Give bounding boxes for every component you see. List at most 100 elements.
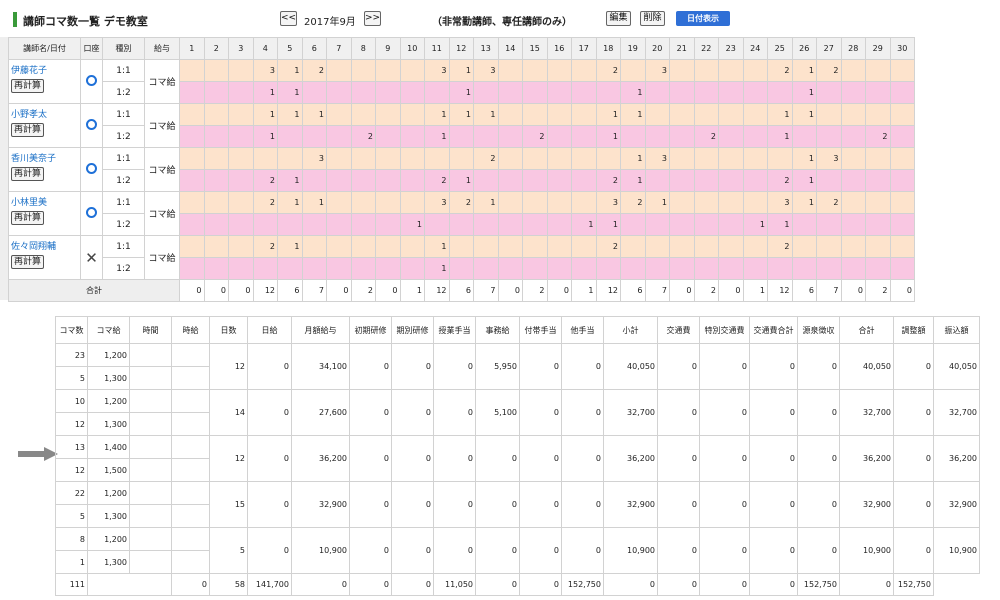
day-cell[interactable] bbox=[718, 59, 744, 82]
day-cell[interactable]: 1 bbox=[767, 103, 793, 126]
day-cell[interactable] bbox=[571, 125, 597, 148]
day-cell[interactable] bbox=[816, 213, 842, 236]
day-cell[interactable] bbox=[865, 169, 891, 192]
day-cell[interactable] bbox=[228, 81, 254, 104]
day-cell[interactable]: 3 bbox=[644, 147, 670, 170]
day-cell[interactable] bbox=[693, 235, 719, 258]
day-cell[interactable] bbox=[865, 257, 891, 280]
day-cell[interactable] bbox=[326, 81, 352, 104]
day-cell[interactable] bbox=[522, 81, 548, 104]
day-cell[interactable] bbox=[840, 257, 866, 280]
day-cell[interactable] bbox=[644, 81, 670, 104]
day-cell[interactable] bbox=[742, 257, 768, 280]
day-cell[interactable] bbox=[546, 169, 572, 192]
day-cell[interactable] bbox=[228, 147, 254, 170]
day-cell[interactable] bbox=[889, 169, 915, 192]
day-cell[interactable]: 2 bbox=[620, 191, 646, 214]
day-cell[interactable] bbox=[228, 59, 254, 82]
day-cell[interactable] bbox=[571, 235, 597, 258]
day-cell[interactable] bbox=[718, 125, 744, 148]
teacher-name-link[interactable]: 香川美奈子 bbox=[11, 151, 78, 164]
day-cell[interactable] bbox=[669, 147, 695, 170]
day-cell[interactable]: 2 bbox=[767, 235, 793, 258]
day-cell[interactable]: 2 bbox=[252, 169, 278, 192]
day-cell[interactable] bbox=[473, 125, 499, 148]
day-cell[interactable] bbox=[742, 147, 768, 170]
day-cell[interactable] bbox=[644, 125, 670, 148]
prev-month-button[interactable]: << bbox=[280, 11, 297, 26]
day-cell[interactable]: 2 bbox=[816, 59, 842, 82]
day-cell[interactable] bbox=[791, 257, 817, 280]
day-cell[interactable]: 2 bbox=[595, 235, 621, 258]
day-cell[interactable] bbox=[497, 257, 523, 280]
day-cell[interactable] bbox=[179, 213, 205, 236]
day-cell[interactable] bbox=[865, 235, 891, 258]
day-cell[interactable] bbox=[546, 235, 572, 258]
day-cell[interactable] bbox=[301, 257, 327, 280]
day-cell[interactable] bbox=[448, 257, 474, 280]
day-cell[interactable] bbox=[350, 257, 376, 280]
day-cell[interactable] bbox=[252, 213, 278, 236]
day-cell[interactable] bbox=[571, 257, 597, 280]
day-cell[interactable] bbox=[546, 213, 572, 236]
date-display-button[interactable]: 日付表示 bbox=[676, 11, 730, 26]
day-cell[interactable]: 3 bbox=[473, 59, 499, 82]
day-cell[interactable]: 3 bbox=[301, 147, 327, 170]
day-cell[interactable] bbox=[179, 257, 205, 280]
day-cell[interactable] bbox=[816, 169, 842, 192]
day-cell[interactable] bbox=[816, 103, 842, 126]
day-cell[interactable]: 1 bbox=[448, 81, 474, 104]
day-cell[interactable] bbox=[791, 125, 817, 148]
day-cell[interactable] bbox=[203, 59, 229, 82]
day-cell[interactable] bbox=[497, 235, 523, 258]
day-cell[interactable] bbox=[228, 103, 254, 126]
day-cell[interactable] bbox=[424, 147, 450, 170]
day-cell[interactable] bbox=[571, 191, 597, 214]
day-cell[interactable] bbox=[865, 213, 891, 236]
day-cell[interactable]: 1 bbox=[791, 191, 817, 214]
day-cell[interactable] bbox=[350, 103, 376, 126]
day-cell[interactable] bbox=[203, 169, 229, 192]
day-cell[interactable] bbox=[375, 257, 401, 280]
day-cell[interactable] bbox=[350, 191, 376, 214]
day-cell[interactable] bbox=[840, 235, 866, 258]
day-cell[interactable]: 1 bbox=[620, 103, 646, 126]
day-cell[interactable] bbox=[644, 235, 670, 258]
day-cell[interactable] bbox=[644, 103, 670, 126]
day-cell[interactable] bbox=[595, 257, 621, 280]
day-cell[interactable] bbox=[228, 257, 254, 280]
day-cell[interactable] bbox=[644, 213, 670, 236]
day-cell[interactable]: 1 bbox=[595, 125, 621, 148]
day-cell[interactable] bbox=[301, 81, 327, 104]
day-cell[interactable] bbox=[693, 147, 719, 170]
day-cell[interactable] bbox=[546, 191, 572, 214]
day-cell[interactable] bbox=[791, 213, 817, 236]
day-cell[interactable] bbox=[179, 235, 205, 258]
day-cell[interactable] bbox=[252, 257, 278, 280]
day-cell[interactable] bbox=[228, 125, 254, 148]
day-cell[interactable] bbox=[326, 191, 352, 214]
day-cell[interactable]: 3 bbox=[767, 191, 793, 214]
day-cell[interactable]: 1 bbox=[448, 103, 474, 126]
day-cell[interactable]: 2 bbox=[301, 59, 327, 82]
day-cell[interactable] bbox=[840, 125, 866, 148]
day-cell[interactable] bbox=[620, 213, 646, 236]
day-cell[interactable]: 2 bbox=[252, 235, 278, 258]
day-cell[interactable]: 1 bbox=[448, 169, 474, 192]
day-cell[interactable] bbox=[350, 81, 376, 104]
day-cell[interactable] bbox=[448, 213, 474, 236]
day-cell[interactable] bbox=[840, 103, 866, 126]
day-cell[interactable] bbox=[889, 147, 915, 170]
day-cell[interactable] bbox=[326, 257, 352, 280]
day-cell[interactable] bbox=[326, 125, 352, 148]
day-cell[interactable] bbox=[595, 81, 621, 104]
day-cell[interactable]: 1 bbox=[277, 191, 303, 214]
day-cell[interactable] bbox=[350, 147, 376, 170]
day-cell[interactable]: 2 bbox=[473, 147, 499, 170]
day-cell[interactable] bbox=[399, 103, 425, 126]
day-cell[interactable] bbox=[448, 235, 474, 258]
day-cell[interactable] bbox=[375, 191, 401, 214]
day-cell[interactable] bbox=[669, 81, 695, 104]
day-cell[interactable] bbox=[865, 59, 891, 82]
day-cell[interactable] bbox=[350, 59, 376, 82]
